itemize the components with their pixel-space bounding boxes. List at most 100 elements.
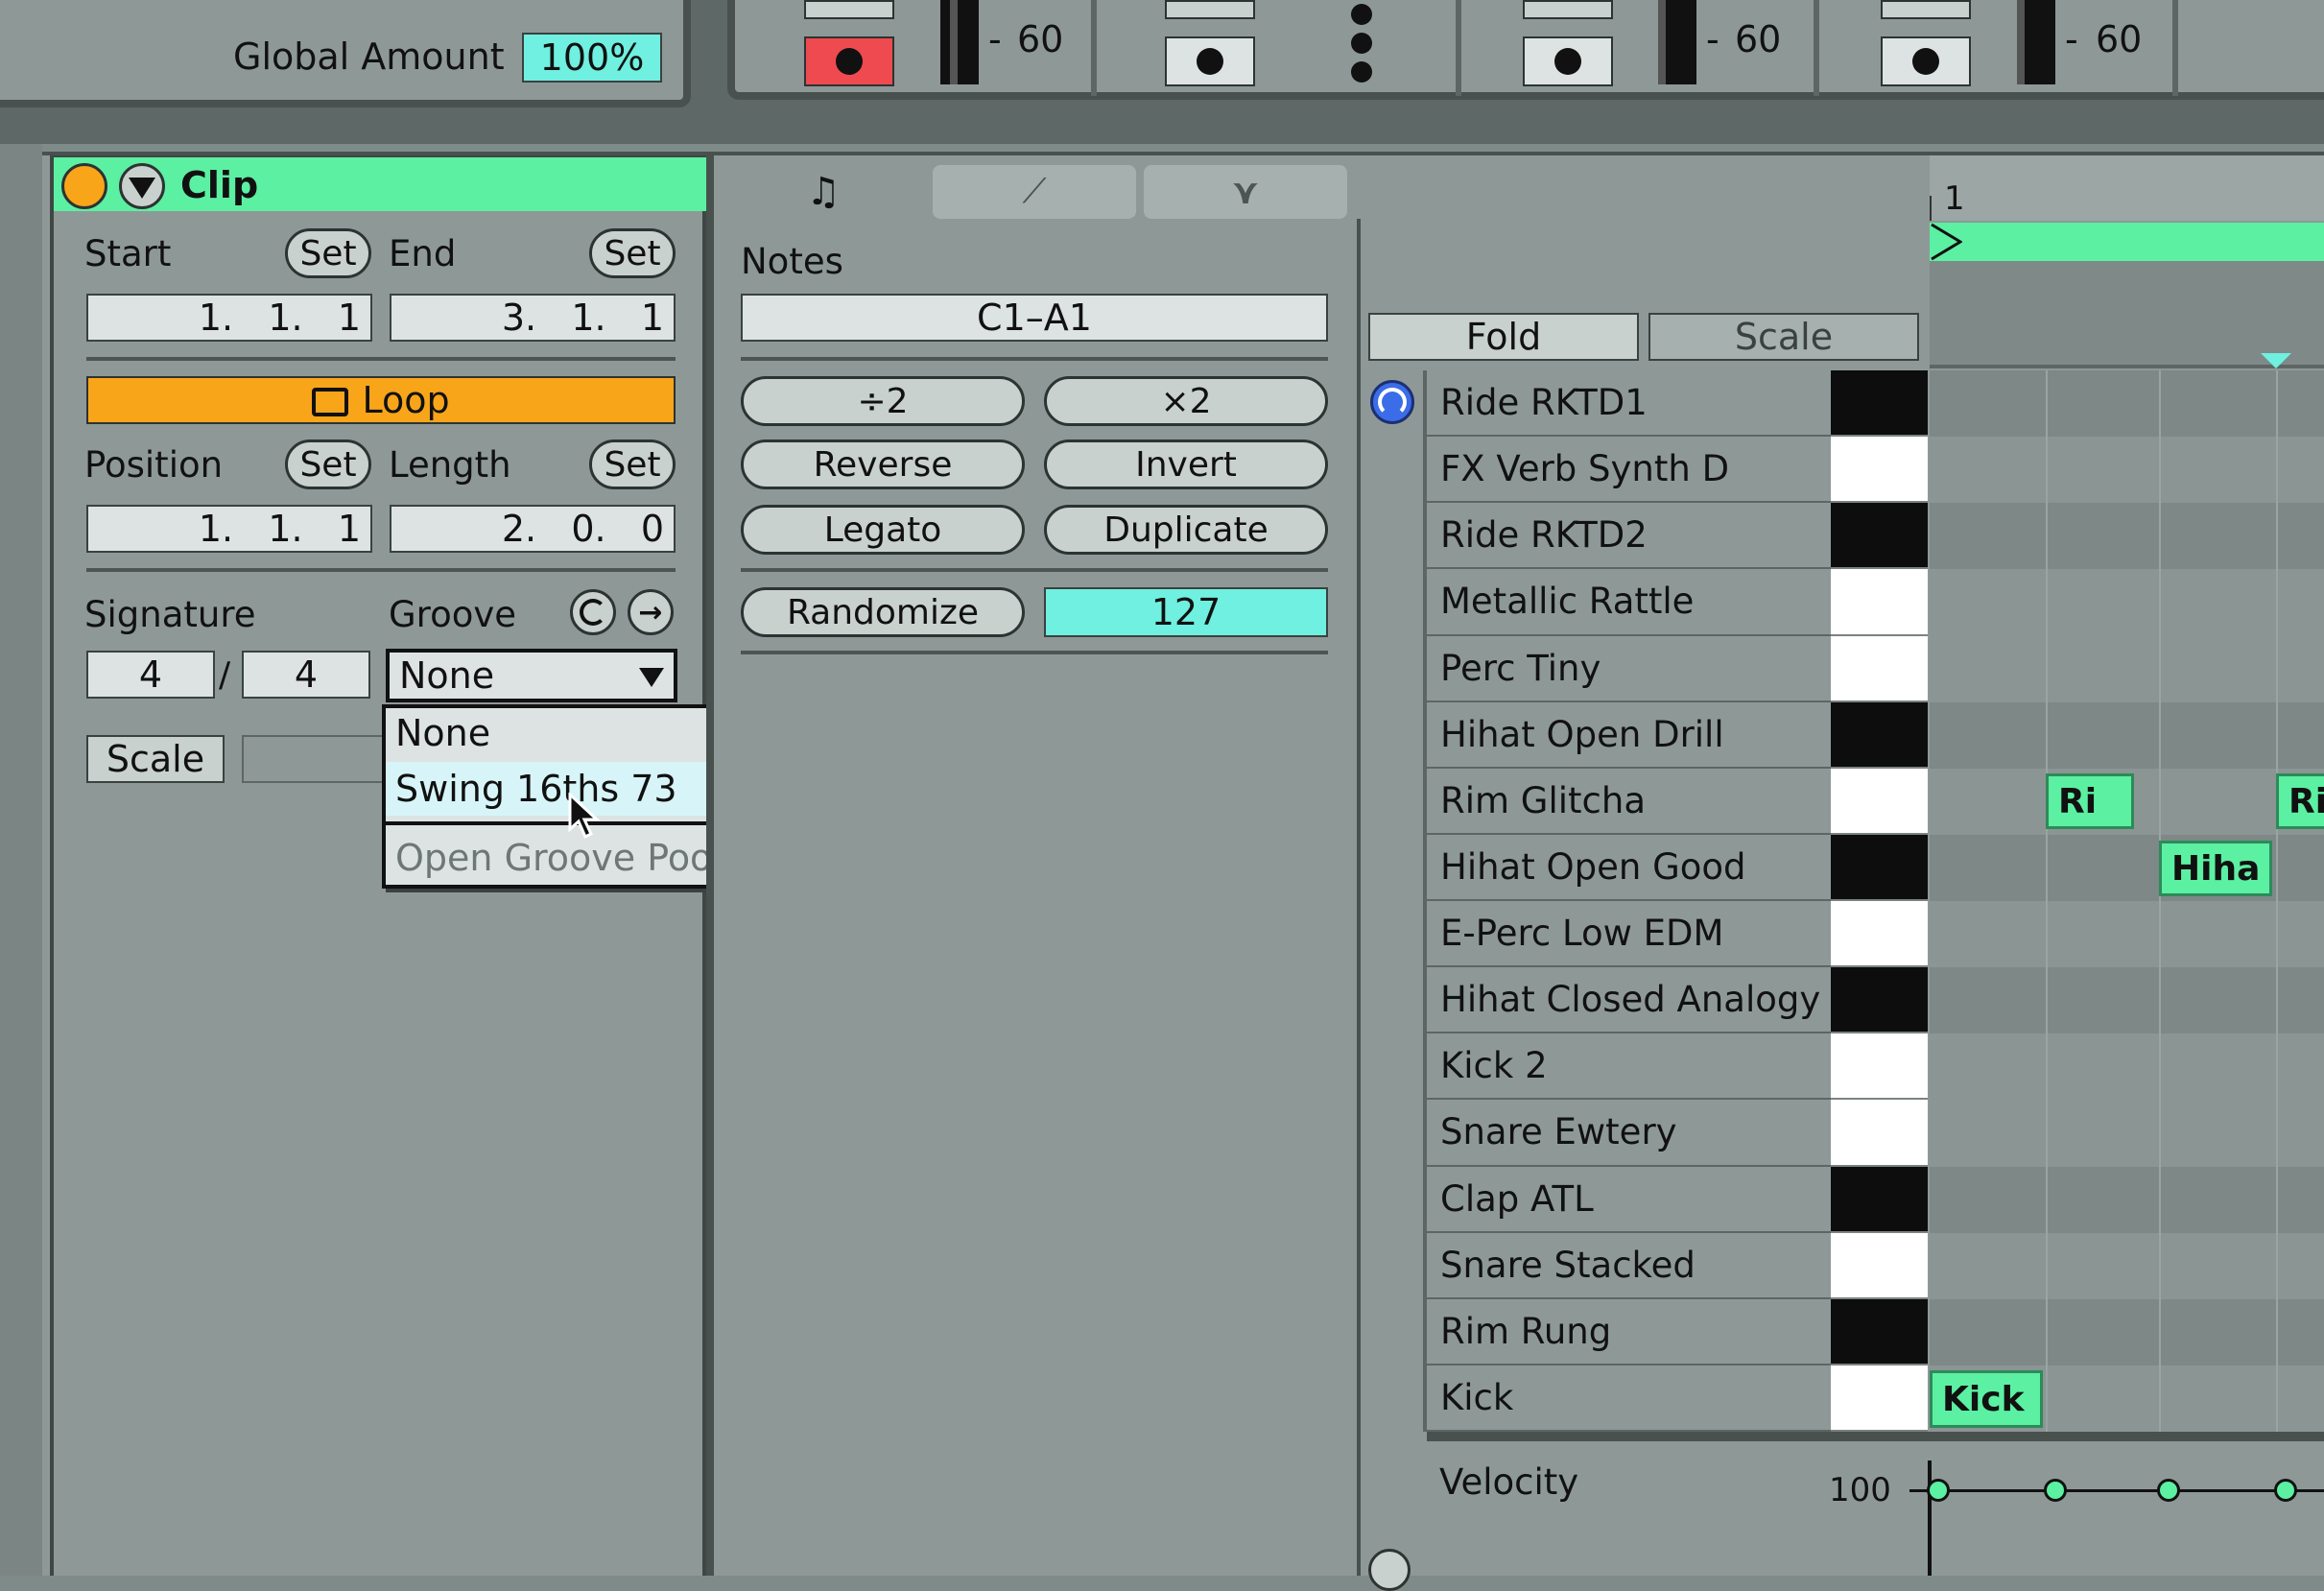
piano-key[interactable] bbox=[1831, 635, 1928, 702]
piano-key[interactable] bbox=[1831, 370, 1928, 438]
end-field[interactable]: 3. 1. 1 bbox=[390, 294, 676, 342]
record-arm-button[interactable] bbox=[1881, 36, 1971, 86]
grid-row[interactable] bbox=[1930, 569, 2324, 636]
groove-select[interactable]: None bbox=[386, 649, 677, 702]
tab-notes[interactable]: ♫ bbox=[722, 165, 925, 219]
solo-button[interactable] bbox=[1881, 0, 1971, 19]
groove-commit-icon[interactable]: → bbox=[628, 589, 674, 635]
position-set-button[interactable]: Set bbox=[285, 439, 371, 489]
piano-key[interactable] bbox=[1831, 1232, 1928, 1299]
more-options-icon[interactable] bbox=[1351, 4, 1374, 90]
duplicate-button[interactable]: Duplicate bbox=[1044, 505, 1328, 555]
velocity-marker[interactable] bbox=[2044, 1479, 2067, 1502]
drum-lane-name[interactable]: Metallic Rattle bbox=[1427, 569, 1831, 636]
drum-lane-name[interactable]: Kick bbox=[1427, 1365, 1831, 1432]
velocity-marker[interactable] bbox=[1927, 1479, 1950, 1502]
drum-lane-name[interactable]: Snare Stacked bbox=[1427, 1232, 1831, 1299]
loop-label: Loop bbox=[362, 379, 450, 421]
signature-denominator[interactable]: 4 bbox=[242, 651, 370, 699]
tab-envelopes[interactable]: ⟋ bbox=[933, 165, 1136, 219]
drum-lane-name[interactable]: Rim Rung bbox=[1427, 1298, 1831, 1365]
piano-key[interactable] bbox=[1831, 1298, 1928, 1365]
grid-row[interactable] bbox=[1930, 1166, 2324, 1233]
scale-button[interactable]: Scale bbox=[86, 735, 225, 783]
piano-key[interactable] bbox=[1831, 834, 1928, 901]
loop-button[interactable]: Loop bbox=[86, 376, 676, 424]
divide-by-two-button[interactable]: ÷2 bbox=[741, 376, 1025, 426]
clip-fold-button[interactable] bbox=[119, 163, 165, 209]
multiply-by-two-button[interactable]: ×2 bbox=[1044, 376, 1328, 426]
grid-row[interactable] bbox=[1930, 437, 2324, 504]
preview-button[interactable] bbox=[1370, 380, 1414, 424]
drum-lane-name[interactable]: Rim Glitcha bbox=[1427, 768, 1831, 835]
drum-lane-name[interactable]: FX Verb Synth D bbox=[1427, 437, 1831, 504]
grid-row[interactable] bbox=[1930, 967, 2324, 1034]
grid-row[interactable] bbox=[1930, 503, 2324, 570]
drum-lane-name[interactable]: Perc Tiny bbox=[1427, 635, 1831, 702]
record-arm-button[interactable] bbox=[1523, 36, 1613, 86]
piano-key[interactable] bbox=[1831, 1166, 1928, 1233]
reverse-button[interactable]: Reverse bbox=[741, 439, 1025, 489]
drum-lane-name[interactable]: Hihat Open Drill bbox=[1427, 701, 1831, 769]
velocity-marker[interactable] bbox=[2157, 1479, 2180, 1502]
randomize-amount-field[interactable]: 127 bbox=[1044, 587, 1328, 637]
solo-button[interactable] bbox=[1523, 0, 1613, 19]
legato-button[interactable]: Legato bbox=[741, 505, 1025, 555]
drum-lane-name[interactable]: Kick 2 bbox=[1427, 1033, 1831, 1101]
randomize-button[interactable]: Randomize bbox=[741, 587, 1025, 637]
piano-key[interactable] bbox=[1831, 901, 1928, 968]
position-field[interactable]: 1. 1. 1 bbox=[86, 505, 372, 553]
grid-row[interactable] bbox=[1930, 1033, 2324, 1101]
drum-lane-name[interactable]: Hihat Closed Analogy bbox=[1427, 967, 1831, 1034]
length-field[interactable]: 2. 0. 0 bbox=[390, 505, 676, 553]
drum-lane-name[interactable]: E-Perc Low EDM bbox=[1427, 901, 1831, 968]
solo-button[interactable] bbox=[1165, 0, 1255, 19]
drum-lane-name[interactable]: Snare Ewtery bbox=[1427, 1100, 1831, 1167]
end-set-button[interactable]: Set bbox=[589, 228, 676, 278]
record-arm-icon bbox=[1912, 48, 1939, 75]
grid-row[interactable] bbox=[1930, 635, 2324, 702]
midi-note[interactable]: Kick bbox=[1930, 1370, 2043, 1428]
midi-note[interactable]: Ri bbox=[2046, 773, 2134, 829]
solo-button[interactable] bbox=[804, 0, 894, 19]
scale-toggle-button[interactable]: Scale bbox=[1648, 313, 1919, 361]
piano-key[interactable] bbox=[1831, 1033, 1928, 1101]
piano-key[interactable] bbox=[1831, 569, 1928, 636]
piano-key[interactable] bbox=[1831, 1365, 1928, 1432]
length-set-button[interactable]: Set bbox=[589, 439, 676, 489]
piano-key[interactable] bbox=[1831, 437, 1928, 504]
fold-button[interactable]: Fold bbox=[1368, 313, 1639, 361]
groove-hot-swap-icon[interactable] bbox=[570, 589, 616, 635]
record-arm-button[interactable] bbox=[804, 36, 894, 86]
drum-lane-name[interactable]: Ride RKTD1 bbox=[1427, 370, 1831, 438]
loop-brace[interactable] bbox=[1930, 223, 2324, 261]
piano-key[interactable] bbox=[1831, 701, 1928, 769]
invert-button[interactable]: Invert bbox=[1044, 439, 1328, 489]
grid-row[interactable] bbox=[1930, 1100, 2324, 1167]
global-amount-field[interactable]: 100% bbox=[522, 33, 662, 83]
signature-numerator[interactable]: 4 bbox=[86, 651, 215, 699]
start-set-button[interactable]: Set bbox=[285, 228, 371, 278]
drum-lane-name[interactable]: Clap ATL bbox=[1427, 1166, 1831, 1233]
velocity-expand-icon[interactable] bbox=[1368, 1549, 1411, 1591]
drum-lane-name[interactable]: Ride RKTD2 bbox=[1427, 503, 1831, 570]
grid-row[interactable] bbox=[1930, 701, 2324, 769]
clip-activator-button[interactable] bbox=[61, 163, 107, 209]
grid-row[interactable] bbox=[1930, 370, 2324, 438]
drum-lane-name[interactable]: Hihat Open Good bbox=[1427, 834, 1831, 901]
grid-row[interactable] bbox=[1930, 1298, 2324, 1365]
note-range-field[interactable]: C1–A1 bbox=[741, 294, 1328, 342]
record-arm-button[interactable] bbox=[1165, 36, 1255, 86]
tab-mpe[interactable]: ⋎ bbox=[1144, 165, 1347, 219]
start-field[interactable]: 1. 1. 1 bbox=[86, 294, 372, 342]
piano-key[interactable] bbox=[1831, 1100, 1928, 1167]
lane-name-left-border bbox=[1423, 370, 1427, 1432]
piano-key[interactable] bbox=[1831, 768, 1928, 835]
midi-note[interactable]: Ri bbox=[2276, 773, 2324, 829]
midi-note[interactable]: Hiha bbox=[2159, 841, 2272, 896]
piano-key[interactable] bbox=[1831, 503, 1928, 570]
grid-row[interactable] bbox=[1930, 1232, 2324, 1299]
piano-key[interactable] bbox=[1831, 967, 1928, 1034]
grid-row[interactable] bbox=[1930, 901, 2324, 968]
velocity-marker[interactable] bbox=[2274, 1479, 2297, 1502]
